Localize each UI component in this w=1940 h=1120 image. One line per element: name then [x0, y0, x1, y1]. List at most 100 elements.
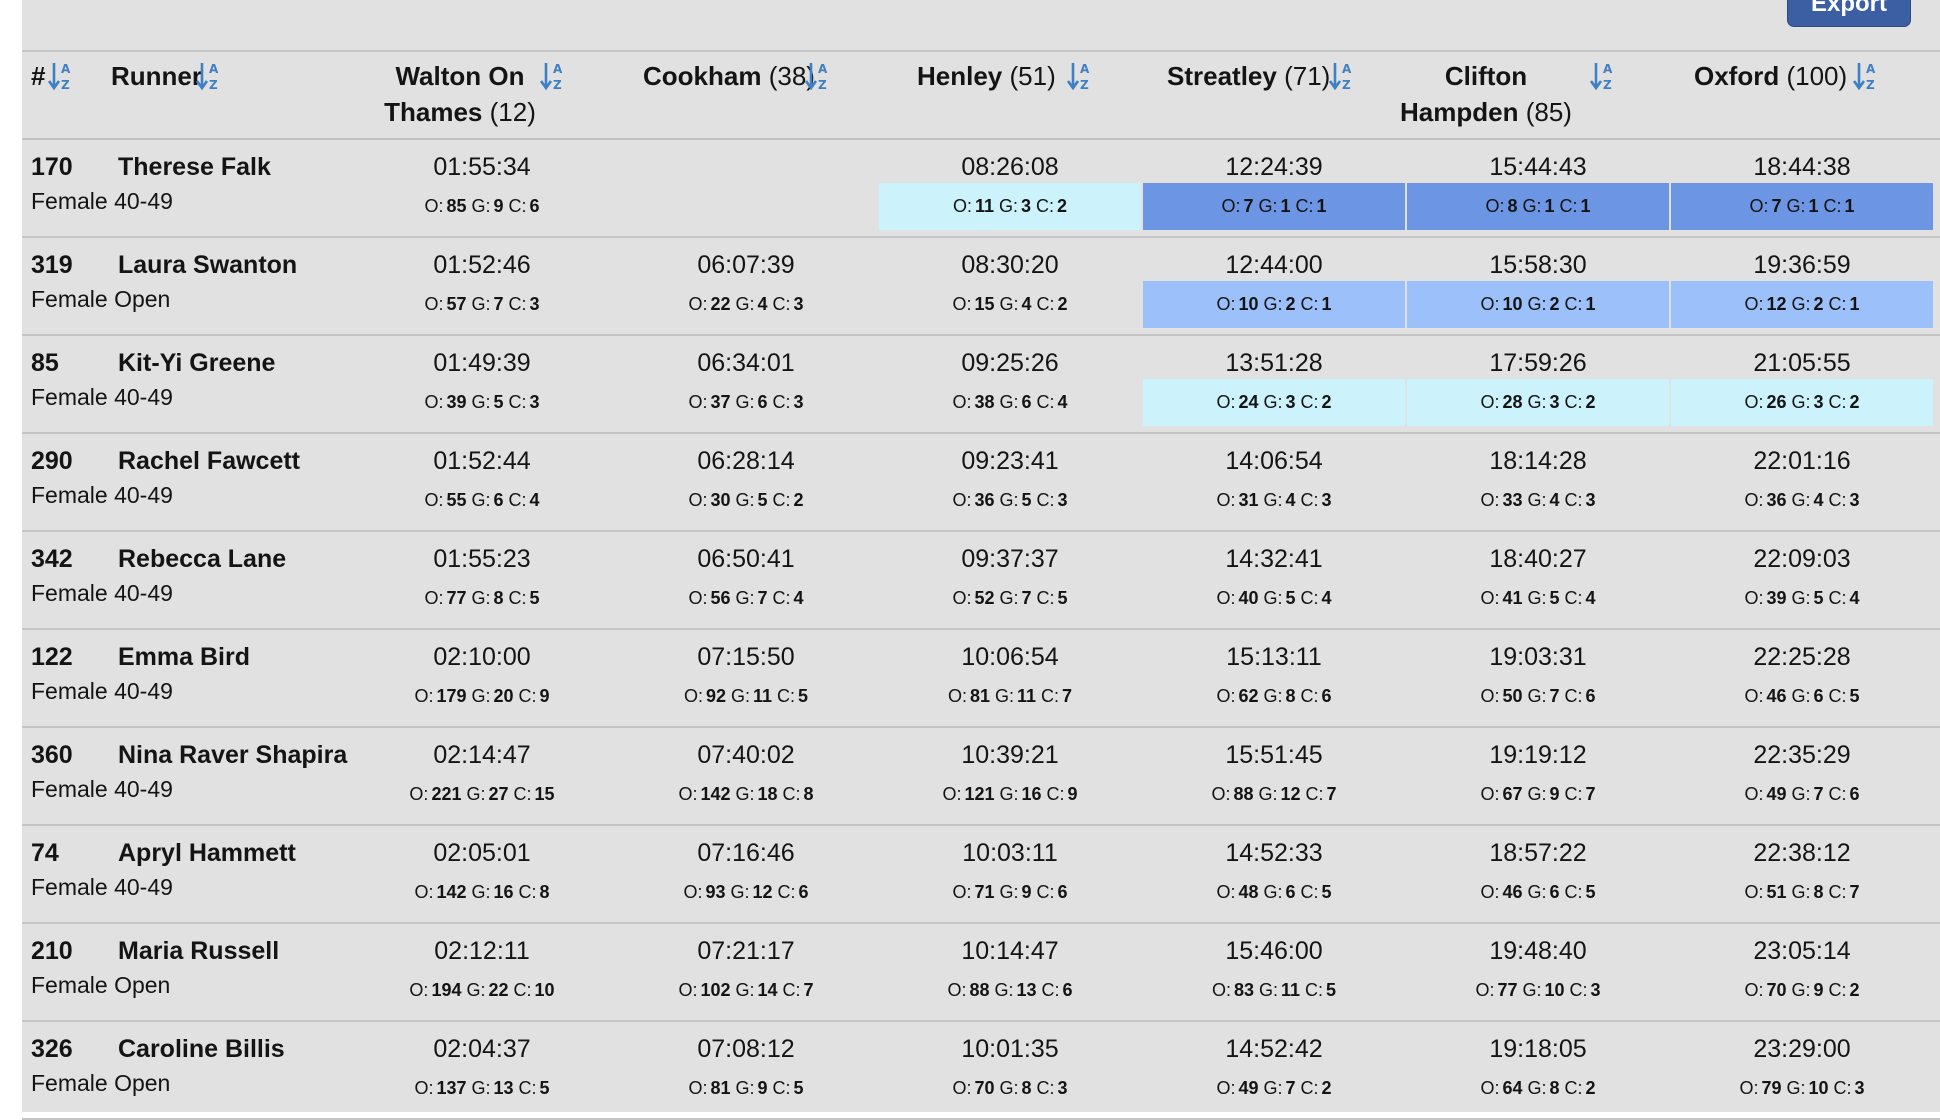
split-rank: O: 77 G: 10 C: 3: [1475, 980, 1601, 1000]
rank-o-value: 48: [1238, 882, 1259, 902]
column-header-checkpoint[interactable]: Walton On Thames (12): [351, 54, 613, 138]
rank-g-value: 9: [493, 196, 504, 216]
rank-o-value: 121: [964, 784, 995, 804]
split-cell: 02:10:00 O: 179 G: 20 C: 9: [351, 630, 613, 728]
sort-icon[interactable]: [1329, 60, 1357, 92]
split-rank: O: 39 G: 5 C: 3: [424, 392, 540, 412]
rank-c-value: 3: [793, 392, 804, 412]
rank-g-value: 6: [1549, 882, 1560, 902]
rank-g-value: 5: [757, 490, 768, 510]
split-time: 01:55:34: [433, 153, 531, 181]
rank-g-value: 2: [1285, 294, 1296, 314]
column-header-checkpoint[interactable]: Henley (51): [879, 54, 1141, 138]
rank-g-value: 6: [1021, 392, 1032, 412]
sort-icon[interactable]: [540, 60, 568, 92]
table-row[interactable]: 170 Therese Falk Female 40-49 01:55:34 O: 85 G…: [22, 140, 1940, 238]
table-row[interactable]: 360 Nina Raver Shapira Female 40-49 02:14:4…: [22, 728, 1940, 826]
sort-icon[interactable]: [48, 60, 76, 92]
split-time: 15:44:43: [1489, 153, 1587, 181]
runner-category: Female 40-49: [31, 678, 173, 704]
rank-c-value: 2: [1057, 196, 1068, 216]
split-time: 06:34:01: [697, 349, 795, 377]
runner-bib: 326: [31, 1035, 73, 1063]
table-row[interactable]: 74 Apryl Hammett Female 40-49 02:05:01 O: 142…: [22, 826, 1940, 924]
split-time: 10:39:21: [961, 741, 1059, 769]
table-row[interactable]: 85 Kit-Yi Greene Female 40-49 01:49:39 O: 39 G…: [22, 336, 1940, 434]
split-rank: O: 142 G: 18 C: 8: [678, 784, 814, 804]
runner-name[interactable]: Caroline Billis: [118, 1032, 285, 1066]
split-cell: 15:51:45 O: 88 G: 12 C: 7: [1143, 728, 1405, 826]
runner-category: Female 40-49: [31, 874, 173, 900]
rank-g-value: 3: [1549, 392, 1560, 412]
rank-c-value: 5: [1326, 980, 1337, 1000]
table-row[interactable]: 326 Caroline Billis Female Open 02:04:37 O: 1…: [22, 1022, 1940, 1120]
rank-o-value: 70: [1766, 980, 1787, 1000]
runner-name[interactable]: Rebecca Lane: [118, 542, 286, 576]
table-row[interactable]: 319 Laura Swanton Female Open 01:52:46 O: 57 G…: [22, 238, 1940, 336]
column-header-checkpoint[interactable]: Clifton Hampden (85): [1400, 54, 1669, 138]
split-time: 21:05:55: [1753, 349, 1851, 377]
column-header-checkpoint[interactable]: Streatley (71): [1143, 54, 1405, 138]
rank-g-value: 9: [757, 1078, 768, 1098]
split-rank: O: 10 G: 2 C: 1: [1407, 281, 1669, 328]
rank-o-value: 50: [1502, 686, 1523, 706]
split-rank: O: 38 G: 6 C: 4: [952, 392, 1068, 412]
split-time: 18:40:27: [1489, 545, 1587, 573]
column-header-bib[interactable]: #: [22, 54, 102, 138]
sort-icon[interactable]: [196, 60, 224, 92]
sort-icon[interactable]: [1067, 60, 1095, 92]
sort-icon[interactable]: [1590, 60, 1618, 92]
runner-name[interactable]: Maria Russell: [118, 934, 279, 968]
rank-o-value: 40: [1238, 588, 1259, 608]
runner-name[interactable]: Therese Falk: [118, 150, 271, 184]
split-time: 01:49:39: [433, 349, 531, 377]
rank-c-value: 15: [534, 784, 555, 804]
runner-name[interactable]: Rachel Fawcett: [118, 444, 300, 478]
rank-g-value: 11: [1017, 686, 1037, 706]
column-header-runner[interactable]: Runner: [102, 54, 352, 138]
runner-name[interactable]: Emma Bird: [118, 640, 250, 674]
table-row[interactable]: 122 Emma Bird Female 40-49 02:10:00 O: 179 G: 2…: [22, 630, 1940, 728]
runner-name[interactable]: Kit-Yi Greene: [118, 346, 275, 380]
rank-o-value: 102: [700, 980, 731, 1000]
rank-c-value: 8: [803, 784, 814, 804]
rank-g-value: 4: [1813, 490, 1824, 510]
sort-icon[interactable]: [1853, 60, 1881, 92]
runner-name[interactable]: Laura Swanton: [118, 248, 297, 282]
rank-c-value: 5: [793, 1078, 804, 1098]
rank-o-value: 33: [1502, 490, 1523, 510]
rank-g-value: 5: [1285, 588, 1296, 608]
runner-name[interactable]: Apryl Hammett: [118, 836, 296, 870]
runner-category: Female 40-49: [31, 482, 173, 508]
rank-o-value: 22: [710, 294, 731, 314]
split-rank: O: 24 G: 3 C: 2: [1143, 379, 1405, 426]
split-time: 07:15:50: [697, 643, 795, 671]
rank-g-value: 3: [1813, 392, 1824, 412]
rank-g-value: 10: [1544, 980, 1565, 1000]
split-cell: 07:08:12 O: 81 G: 9 C: 5: [615, 1022, 877, 1120]
table-row[interactable]: 290 Rachel Fawcett Female 40-49 01:52:44 O: 5…: [22, 434, 1940, 532]
split-cell: 14:06:54 O: 31 G: 4 C: 3: [1143, 434, 1405, 532]
rank-c-value: 1: [1580, 196, 1591, 216]
split-cell: 07:16:46 O: 93 G: 12 C: 6: [615, 826, 877, 924]
rank-c-value: 1: [1844, 196, 1855, 216]
split-rank: O: 12 G: 2 C: 1: [1671, 281, 1933, 328]
sort-icon[interactable]: [805, 60, 833, 92]
rank-g-value: 9: [1021, 882, 1032, 902]
rank-g-value: 22: [488, 980, 509, 1000]
rank-c-value: 5: [1585, 882, 1596, 902]
rank-o-value: 36: [1766, 490, 1787, 510]
rank-g-value: 6: [493, 490, 504, 510]
split-cell: 10:39:21 O: 121 G: 16 C: 9: [879, 728, 1141, 826]
table-row[interactable]: 210 Maria Russell Female Open 02:12:11 O: 194…: [22, 924, 1940, 1022]
rank-o-value: 70: [974, 1078, 995, 1098]
split-rank: O: 56 G: 7 C: 4: [688, 588, 804, 608]
split-rank: O: 7 G: 1 C: 1: [1143, 183, 1405, 230]
rank-o-value: 37: [710, 392, 731, 412]
split-time: 09:25:26: [961, 349, 1059, 377]
column-header-checkpoint[interactable]: Oxford (100): [1671, 54, 1933, 138]
export-button[interactable]: Export: [1787, 0, 1911, 27]
runner-name[interactable]: Nina Raver Shapira: [118, 738, 347, 772]
column-header-checkpoint[interactable]: Cookham (38): [615, 54, 877, 138]
table-row[interactable]: 342 Rebecca Lane Female 40-49 01:55:23 O: 77 G…: [22, 532, 1940, 630]
